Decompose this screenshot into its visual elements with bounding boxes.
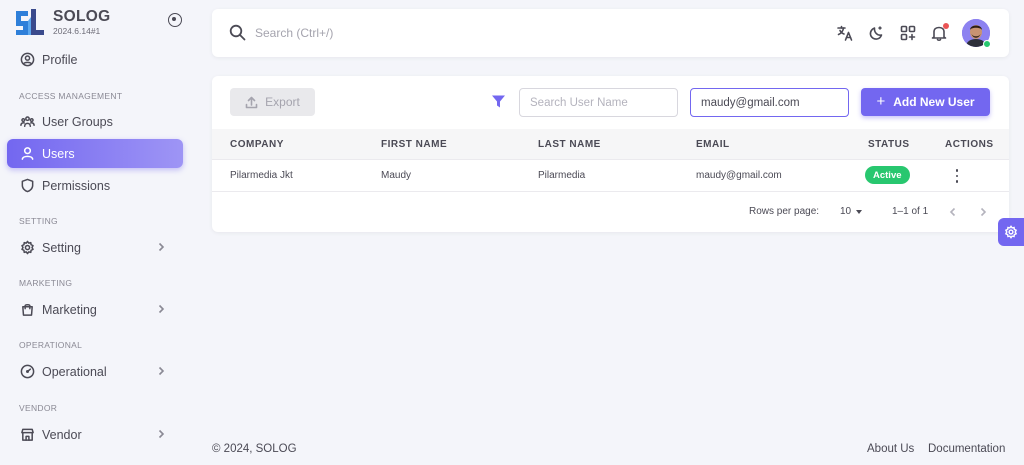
chevron-right-icon bbox=[155, 241, 167, 253]
column-header-email[interactable]: EMAIL bbox=[696, 139, 730, 150]
search-icon[interactable] bbox=[229, 24, 246, 41]
sidebar-item-user-groups[interactable]: User Groups bbox=[7, 107, 183, 136]
brand[interactable]: SOLOG 2024.6.14#1 bbox=[14, 7, 184, 39]
shield-icon bbox=[19, 178, 35, 194]
sidebar-item-label: Operational bbox=[42, 364, 107, 379]
footer-link-documentation[interactable]: Documentation bbox=[928, 443, 1005, 455]
section-label-setting: SETTING bbox=[19, 216, 58, 226]
cell-last-name: Pilarmedia bbox=[538, 170, 586, 181]
apps-add-icon[interactable] bbox=[898, 23, 918, 43]
section-label-vendor: VENDOR bbox=[19, 403, 58, 413]
search-user-name-input[interactable] bbox=[519, 88, 678, 117]
email-filter-input[interactable] bbox=[690, 88, 849, 117]
column-header-company[interactable]: COMPANY bbox=[230, 139, 284, 150]
shopping-bag-icon bbox=[19, 302, 35, 318]
sidebar-item-label: Profile bbox=[42, 52, 78, 67]
table-row[interactable]: Pilarmedia Jkt Maudy Pilarmedia maudy@gm… bbox=[212, 160, 1009, 192]
sidebar-item-label: Marketing bbox=[42, 302, 97, 317]
top-navbar: Search (Ctrl+/) bbox=[212, 9, 1009, 57]
moon-icon[interactable] bbox=[866, 23, 886, 43]
filter-icon[interactable] bbox=[491, 94, 506, 109]
brand-version: 2024.6.14#1 bbox=[53, 26, 101, 36]
column-header-first-name[interactable]: FIRST NAME bbox=[381, 139, 447, 150]
status-badge: Active bbox=[865, 166, 910, 184]
sidebar-item-label: Vendor bbox=[42, 427, 82, 442]
global-search-trigger[interactable]: Search (Ctrl+/) bbox=[255, 26, 333, 40]
table-header: COMPANY FIRST NAME LAST NAME EMAIL STATU… bbox=[212, 129, 1009, 160]
sidebar-item-operational[interactable]: Operational bbox=[7, 357, 183, 386]
sidebar-item-label: User Groups bbox=[42, 114, 113, 129]
chevron-right-icon bbox=[155, 303, 167, 315]
sidebar-collapse-icon[interactable] bbox=[168, 13, 182, 27]
users-group-icon bbox=[19, 114, 35, 130]
rows-per-page-select[interactable]: 10 bbox=[840, 206, 851, 217]
sidebar-item-permissions[interactable]: Permissions bbox=[7, 171, 183, 200]
sidebar-item-vendor[interactable]: Vendor bbox=[7, 420, 183, 449]
sidebar: SOLOG 2024.6.14#1 Profile ACCESS MANAGEM… bbox=[0, 0, 194, 465]
gauge-icon bbox=[19, 364, 35, 380]
online-status-dot bbox=[983, 40, 991, 48]
cell-email: maudy@gmail.com bbox=[696, 170, 782, 181]
rows-per-page-label: Rows per page: bbox=[749, 206, 820, 217]
column-header-actions: ACTIONS bbox=[945, 139, 994, 150]
footer-copyright: © 2024, SOLOG bbox=[212, 443, 297, 455]
customizer-button[interactable] bbox=[998, 218, 1024, 246]
user-icon bbox=[19, 146, 35, 162]
gear-icon bbox=[19, 240, 35, 256]
gear-icon bbox=[1004, 225, 1018, 239]
store-icon bbox=[19, 427, 35, 443]
section-label-access: ACCESS MANAGEMENT bbox=[19, 91, 123, 101]
users-table-card: Export + Add New User COMPANY FIRST NAME… bbox=[212, 76, 1009, 232]
cell-first-name: Maudy bbox=[381, 170, 412, 181]
sidebar-item-setting[interactable]: Setting bbox=[7, 233, 183, 262]
export-button[interactable]: Export bbox=[230, 88, 315, 116]
brand-name: SOLOG bbox=[53, 8, 111, 25]
chevron-right-icon[interactable] bbox=[977, 205, 989, 217]
export-label: Export bbox=[265, 95, 300, 109]
plus-icon: + bbox=[876, 92, 886, 110]
footer-link-about[interactable]: About Us bbox=[867, 443, 914, 455]
column-header-last-name[interactable]: LAST NAME bbox=[538, 139, 601, 150]
cell-company: Pilarmedia Jkt bbox=[230, 170, 293, 181]
caret-down-icon[interactable] bbox=[856, 210, 862, 214]
bell-icon[interactable] bbox=[929, 23, 949, 43]
more-vertical-icon[interactable] bbox=[953, 168, 961, 184]
translate-icon[interactable] bbox=[835, 23, 855, 43]
column-header-status[interactable]: STATUS bbox=[868, 139, 910, 150]
add-new-user-label: Add New User bbox=[893, 95, 975, 109]
user-circle-icon bbox=[19, 52, 35, 68]
sidebar-item-marketing[interactable]: Marketing bbox=[7, 295, 183, 324]
solog-logo-icon bbox=[14, 7, 46, 39]
chevron-right-icon bbox=[155, 365, 167, 377]
chevron-right-icon bbox=[155, 428, 167, 440]
sidebar-item-label: Setting bbox=[42, 240, 81, 255]
sidebar-item-users[interactable]: Users bbox=[7, 139, 183, 168]
sidebar-item-profile[interactable]: Profile bbox=[7, 45, 183, 74]
sidebar-item-label: Users bbox=[42, 146, 75, 161]
chevron-left-icon[interactable] bbox=[947, 205, 959, 217]
add-new-user-button[interactable]: + Add New User bbox=[861, 88, 990, 116]
upload-icon bbox=[245, 96, 258, 108]
section-label-marketing: MARKETING bbox=[19, 278, 73, 288]
pagination-range: 1–1 of 1 bbox=[892, 206, 929, 217]
sidebar-item-label: Permissions bbox=[42, 178, 111, 193]
notification-dot bbox=[943, 23, 949, 29]
section-label-operational: OPERATIONAL bbox=[19, 340, 83, 350]
